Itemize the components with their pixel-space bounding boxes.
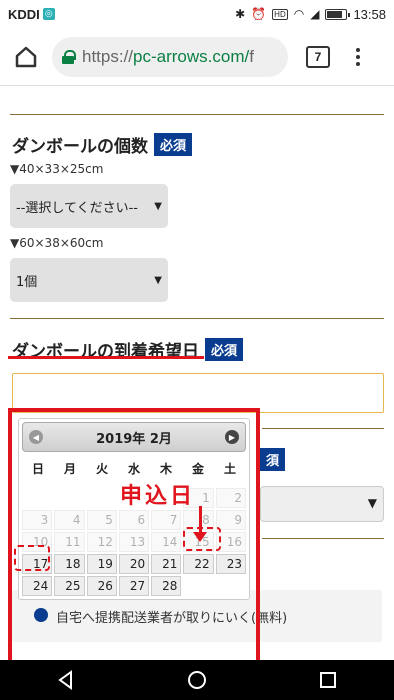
divider (262, 538, 384, 539)
arrival-date-title: ダンボールの到着希望日 (12, 342, 199, 362)
day-cell[interactable]: 26 (86, 576, 117, 596)
size1-select-value: --選択してください-- (16, 200, 138, 216)
required-badge: 必須 (205, 338, 244, 361)
title-underline-annotation (8, 356, 204, 359)
day-cell[interactable]: 18 (54, 554, 85, 574)
home-icon (15, 46, 37, 67)
url-rest: f (249, 46, 254, 66)
day-cell[interactable]: 28 (151, 576, 182, 596)
dashed-highlight-17 (14, 545, 50, 571)
weekday-label: 火 (95, 462, 108, 476)
weekday-label: 日 (31, 462, 44, 476)
day-cell[interactable]: 21 (151, 554, 182, 574)
day-cell[interactable]: 23 (215, 554, 246, 574)
empty-day-cell (54, 488, 84, 508)
day-cell: 13 (118, 532, 150, 552)
application-date-annotation: 申込日 (120, 484, 196, 509)
clock: 13:58 (353, 6, 386, 22)
day-cell: 11 (54, 532, 85, 552)
system-nav-bar (0, 660, 394, 700)
box-count-title: ダンボールの個数 (12, 137, 148, 157)
day-cell: 3 (22, 510, 53, 530)
next-month-button[interactable]: ▶ (224, 430, 239, 444)
lock-icon (62, 49, 76, 64)
box-count-heading: ダンボールの個数 必須 (12, 132, 193, 157)
hd-icon: HD (272, 8, 288, 20)
day-cell: 5 (86, 510, 117, 530)
back-icon[interactable] (55, 669, 77, 691)
timeslot-select[interactable]: ▼ (260, 486, 384, 522)
prev-month-button[interactable]: ◀ (29, 430, 43, 444)
day-cell[interactable]: 24 (22, 576, 53, 596)
battery-icon (325, 8, 351, 20)
page-content: ダンボールの個数 必須 ▼40×33×25cm --選択してください-- ▼ ▼6… (0, 86, 394, 660)
required-badge: 必須 (154, 133, 193, 156)
home-button[interactable] (0, 28, 52, 86)
dashed-highlight-15 (183, 527, 221, 551)
day-cell: 4 (54, 510, 85, 530)
url-scheme: https:// (82, 46, 134, 66)
url-host: pc-arrows.com/ (133, 46, 250, 66)
day-cell: 14 (151, 532, 182, 552)
datepicker-title: 2019年 2月 (96, 431, 172, 447)
day-cell: 6 (118, 510, 150, 530)
day-cell[interactable]: 20 (118, 554, 150, 574)
browser-toolbar: https://pc-arrows.com/f 7 (0, 28, 394, 86)
size2-select[interactable]: 1個 ▼ (10, 258, 168, 302)
size1-select[interactable]: --選択してください-- ▼ (10, 184, 168, 228)
empty-day-cell (183, 576, 213, 596)
recents-icon[interactable] (317, 669, 339, 691)
calendar-highlight-box: ◀ 2019年 2月 ▶ 日月火水木金土 1 2 3 4 5 6 7 8 9 10 11 12 13 14… (8, 408, 260, 660)
overflow-menu-icon[interactable] (348, 47, 368, 66)
wifi-icon: ◠ (293, 7, 305, 21)
bluetooth-icon: ✱ (235, 7, 246, 21)
url-text: https://pc-arrows.com/f (82, 47, 254, 67)
carrier-label: KDDI (8, 6, 40, 22)
empty-day-cell (22, 488, 52, 508)
size2-select-value: 1個 (16, 274, 38, 290)
size2-label: ▼60×38×60cm (10, 236, 104, 250)
empty-day-cell (87, 488, 117, 508)
day-cell: 2 (215, 488, 246, 508)
empty-day-cell (216, 576, 246, 596)
size1-label: ▼40×33×25cm (10, 162, 104, 176)
weekday-label: 土 (223, 462, 236, 476)
home-circle-icon[interactable] (186, 669, 208, 691)
address-bar[interactable]: https://pc-arrows.com/f (52, 36, 288, 77)
chevron-down-icon: ▼ (367, 496, 377, 510)
day-cell[interactable]: 27 (118, 576, 150, 596)
tab-switcher-button[interactable]: 7 (306, 45, 330, 68)
day-cell[interactable]: 25 (54, 576, 85, 596)
day-cell[interactable]: 22 (183, 554, 214, 574)
weekday-label: 月 (63, 462, 76, 476)
day-cell: 12 (86, 532, 117, 552)
datepicker-header: ◀ 2019年 2月 ▶ (22, 422, 246, 452)
arrival-date-input[interactable] (12, 373, 384, 413)
divider (262, 428, 384, 429)
chevron-down-icon: ▼ (154, 274, 162, 286)
signal-icon: ◢ (310, 7, 320, 21)
required-badge: 須 (260, 448, 286, 471)
day-cell: 7 (151, 510, 182, 530)
status-icons: ✱ ⏰ HD ◠ ◢ 13:58 (235, 7, 386, 22)
divider (10, 114, 384, 115)
chevron-down-icon: ▼ (154, 200, 162, 212)
carrier-badge-icon: ◎ (42, 8, 55, 20)
alarm-icon: ⏰ (251, 7, 267, 21)
day-cell[interactable]: 19 (86, 554, 117, 574)
divider (10, 318, 384, 319)
day-cell: 9 (215, 510, 246, 530)
status-bar: KDDI ◎ ✱ ⏰ HD ◠ ◢ 13:58 (0, 0, 394, 28)
